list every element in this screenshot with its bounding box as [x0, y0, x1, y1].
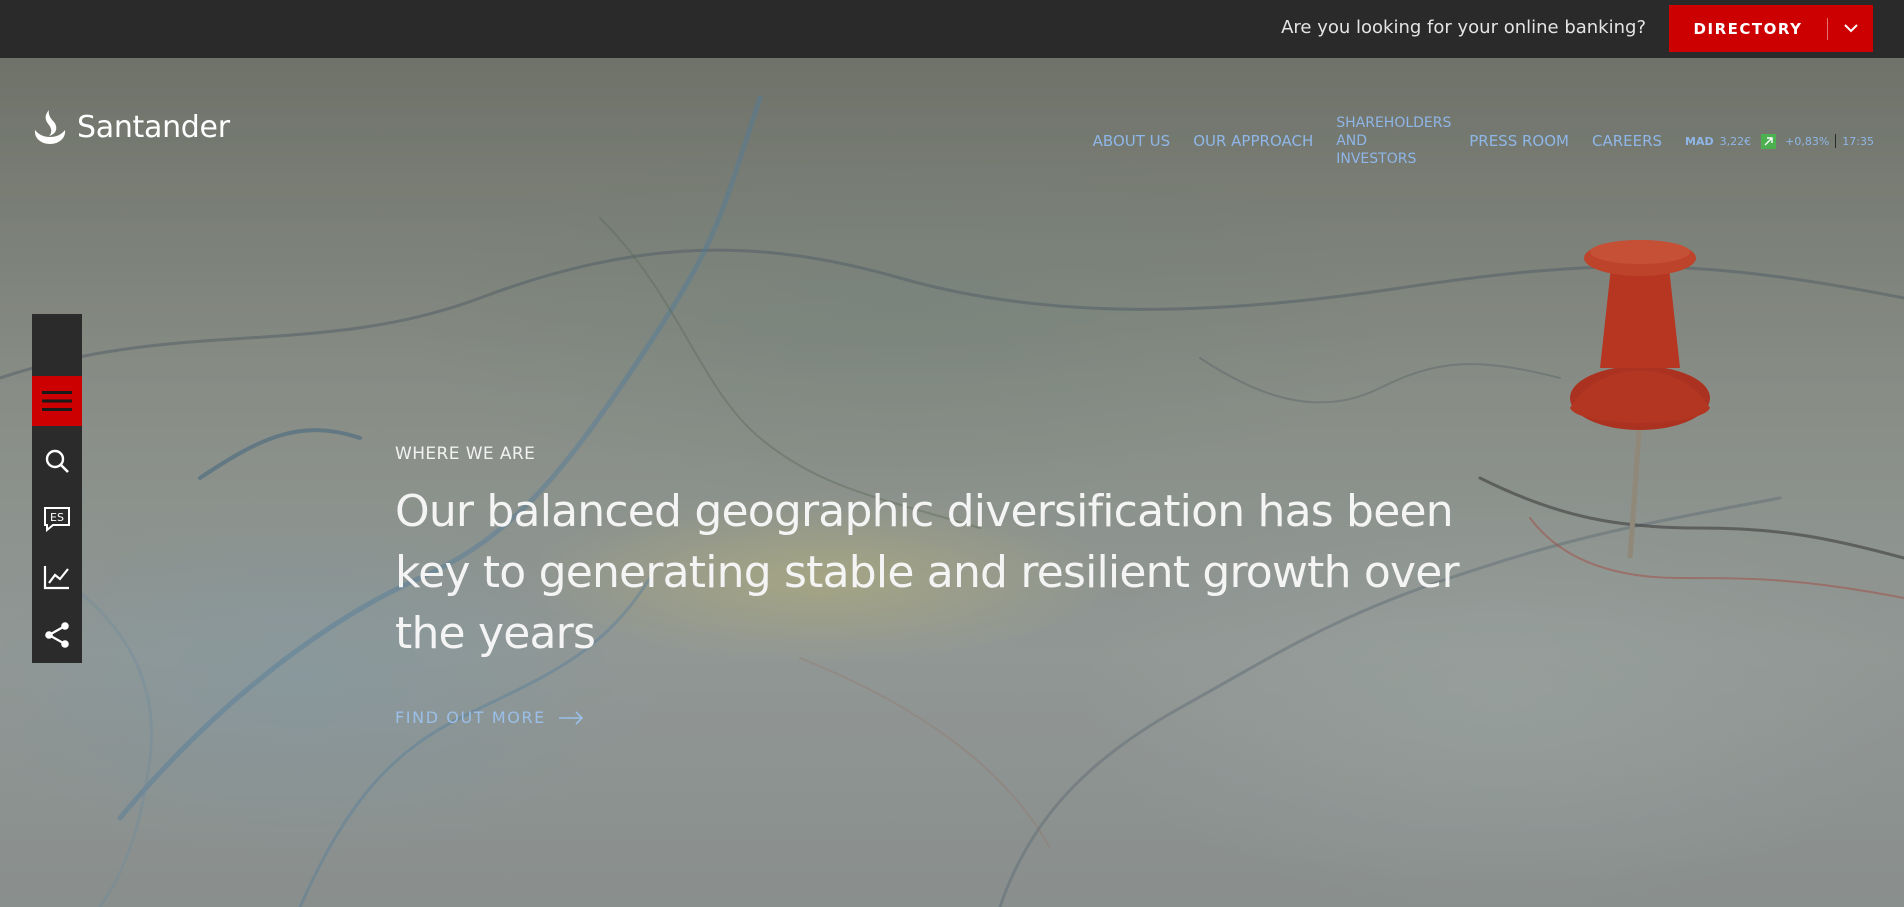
page: Are you looking for your online banking?…: [0, 0, 1904, 907]
trend-up-arrow-icon: [1761, 133, 1777, 149]
santander-flame-icon: [34, 110, 66, 144]
hamburger-menu-button[interactable]: [32, 376, 82, 426]
santander-logo[interactable]: Santander: [31, 108, 230, 146]
language-button[interactable]: ES: [32, 494, 82, 544]
hero-headline: Our balanced geographic diversification …: [395, 486, 1460, 659]
share-button[interactable]: [32, 610, 82, 660]
side-toolbar: ES: [32, 314, 82, 663]
search-icon: [45, 449, 69, 473]
language-icon: ES: [44, 507, 70, 532]
nav-shareholders-and-investors[interactable]: SHAREHOLDERS AND INVESTORS: [1336, 114, 1451, 168]
find-out-more-link[interactable]: FIND OUT MORE: [395, 708, 1495, 727]
chevron-down-icon[interactable]: [1828, 24, 1873, 33]
stock-chart-button[interactable]: [32, 552, 82, 602]
nav-press-room[interactable]: PRESS ROOM: [1469, 132, 1569, 150]
logo-wordmark: Santander: [77, 109, 230, 145]
stock-separator: [1835, 134, 1837, 148]
hamburger-menu-icon: [42, 391, 72, 411]
stock-ticker-widget[interactable]: MAD 3,22€ +0,83% 17:35: [1685, 133, 1874, 149]
chart-icon: [43, 566, 69, 590]
stock-time: 17:35: [1842, 134, 1874, 148]
stock-price: 3,22€: [1719, 134, 1752, 148]
language-label: ES: [50, 511, 64, 524]
nav-careers[interactable]: CAREERS: [1592, 132, 1662, 150]
top-utility-bar: Are you looking for your online banking?…: [0, 0, 1904, 58]
hero-content: WHERE WE ARE Our balanced geographic div…: [395, 444, 1495, 727]
search-button[interactable]: [32, 436, 82, 486]
directory-button[interactable]: DIRECTORY: [1669, 5, 1873, 52]
main-navigation: ABOUT US OUR APPROACH SHAREHOLDERS AND I…: [1070, 114, 1874, 168]
arrow-right-icon: [558, 710, 584, 725]
directory-button-label: DIRECTORY: [1693, 19, 1803, 38]
hero-eyebrow: WHERE WE ARE: [395, 444, 536, 464]
stock-ticker-symbol: MAD: [1685, 134, 1714, 148]
stock-change-percent: +0,83%: [1785, 134, 1830, 148]
share-icon: [45, 622, 69, 648]
find-out-more-label: FIND OUT MORE: [395, 708, 546, 727]
nav-our-approach[interactable]: OUR APPROACH: [1193, 132, 1313, 150]
online-banking-prompt: Are you looking for your online banking?: [1281, 17, 1646, 38]
nav-about-us[interactable]: ABOUT US: [1093, 132, 1171, 150]
